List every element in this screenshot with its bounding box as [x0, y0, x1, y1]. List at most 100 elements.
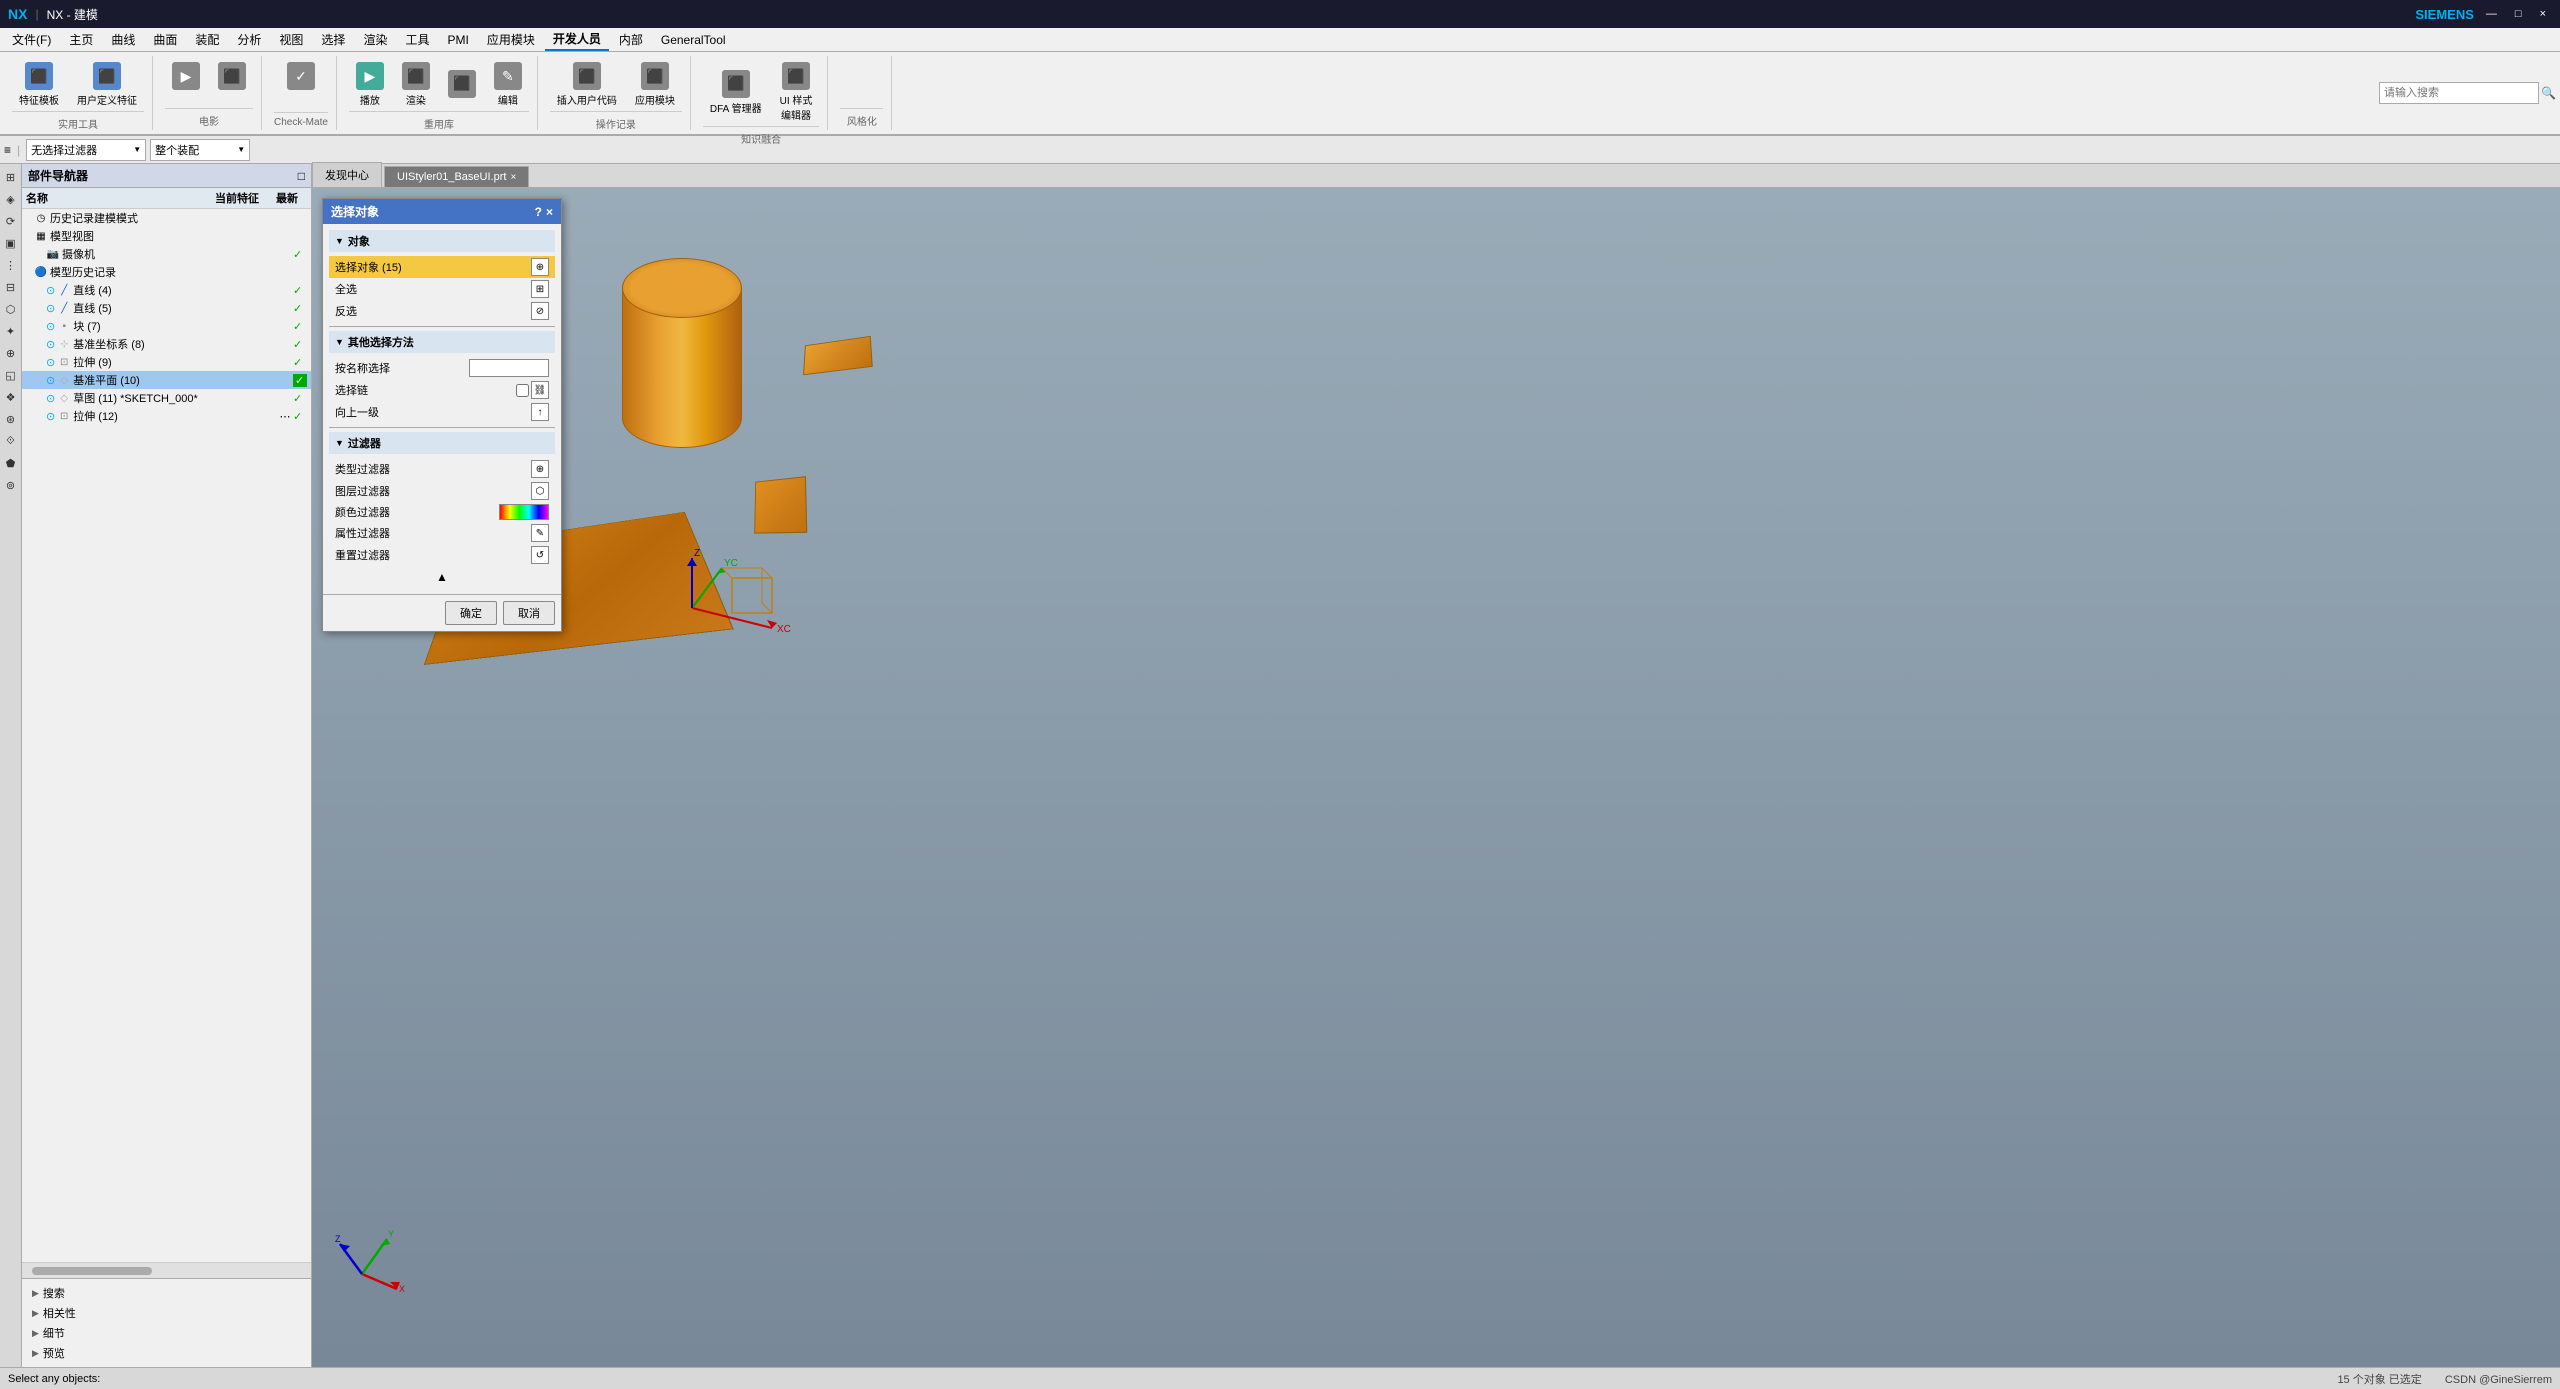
tree-item-model-history[interactable]: 🔵 模型历史记录: [22, 263, 311, 281]
reset-filter-icon[interactable]: ↺: [531, 546, 549, 564]
dialog-overlay: 选择对象 ? × ▼ 对象 选择: [322, 198, 562, 632]
menu-internal[interactable]: 内部: [611, 29, 651, 50]
menu-tools[interactable]: 工具: [397, 29, 437, 50]
tree-item-model-view[interactable]: ▦ 模型视图: [22, 227, 311, 245]
sidebar-icon-13[interactable]: ⟐: [1, 431, 21, 451]
ribbon-btn-style[interactable]: ⬛ UI 样式编辑器: [773, 58, 820, 126]
min-button[interactable]: —: [2480, 8, 2503, 20]
layer-filter-icon[interactable]: ⬡: [531, 482, 549, 500]
menu-assembly[interactable]: 装配: [187, 29, 227, 50]
menu-appmodule[interactable]: 应用模块: [479, 29, 543, 50]
tab-discovery[interactable]: 发现中心: [312, 162, 382, 187]
ribbon-btn-stop[interactable]: ⬛: [441, 66, 483, 104]
max-button[interactable]: □: [2509, 8, 2528, 20]
csys8-icon: ⊹: [57, 337, 71, 351]
invert-icon[interactable]: ⊘: [531, 302, 549, 320]
tree-item-line5[interactable]: ⊙ ╱ 直线 (5) ✓: [22, 299, 311, 317]
sidebar-icon-10[interactable]: ◱: [1, 365, 21, 385]
check-icon-sk11: ✓: [293, 392, 307, 405]
ribbon-search-input[interactable]: [2379, 82, 2539, 104]
type-filter-icon[interactable]: ⊕: [531, 460, 549, 478]
menu-developer[interactable]: 开发人员: [545, 28, 609, 51]
dialog-section-filters[interactable]: ▼ 过滤器: [329, 432, 555, 454]
chain-checkbox[interactable]: [516, 384, 529, 397]
sidebar-icon-5[interactable]: ⋮: [1, 255, 21, 275]
section-arrow-other: ▼: [335, 337, 344, 347]
sidebar-icon-8[interactable]: ✦: [1, 321, 21, 341]
menu-view[interactable]: 视图: [271, 29, 311, 50]
menu-generaltool[interactable]: GeneralTool: [653, 31, 734, 49]
sidebar-icon-12[interactable]: ⊛: [1, 409, 21, 429]
menu-home[interactable]: 主页: [61, 29, 101, 50]
ribbon-btn-movie2[interactable]: ⬛: [211, 58, 253, 96]
scrollbar-thumb[interactable]: [32, 1267, 152, 1275]
crosshair-icon[interactable]: ⊕: [531, 258, 549, 276]
tree-item-extrude12[interactable]: ⊙ ⊡ 拉伸 (12) ⋯ ✓: [22, 407, 311, 425]
parts-panel-expand[interactable]: □: [298, 169, 305, 183]
menu-curve[interactable]: 曲线: [103, 29, 143, 50]
sidebar-icon-1[interactable]: ⊞: [1, 167, 21, 187]
menu-pmi[interactable]: PMI: [439, 31, 476, 49]
tree-item-block7[interactable]: ⊙ ▪ 块 (7) ✓: [22, 317, 311, 335]
chain-icon[interactable]: ⛓: [531, 381, 549, 399]
menu-file[interactable]: 文件(F): [4, 29, 59, 50]
parts-detail[interactable]: ▶ 细节: [28, 1323, 305, 1343]
tree-item-datum-csys8[interactable]: ⊙ ⊹ 基准坐标系 (8) ✓: [22, 335, 311, 353]
tab-close-icon[interactable]: ×: [510, 172, 516, 183]
dialog-section-other[interactable]: ▼ 其他选择方法: [329, 331, 555, 353]
ribbon-btn-play[interactable]: ▶ 播放: [349, 58, 391, 111]
tree-item-datum-plane10[interactable]: ⊙ ◇ 基准平面 (10) ✓: [22, 371, 311, 389]
menu-render[interactable]: 渲染: [355, 29, 395, 50]
menu-icon[interactable]: ≡: [4, 143, 11, 157]
attr-filter-icon[interactable]: ✎: [531, 524, 549, 542]
parts-search[interactable]: ▶ 搜索: [28, 1283, 305, 1303]
sidebar-icon-2[interactable]: ◈: [1, 189, 21, 209]
sidebar-icon-4[interactable]: ▣: [1, 233, 21, 253]
dialog-help-btn[interactable]: ?: [535, 205, 542, 219]
search-icon[interactable]: 🔍: [2541, 86, 2556, 100]
select-all-icon[interactable]: ⊞: [531, 280, 549, 298]
tree-item-history-mode[interactable]: ◷ 历史记录建模模式: [22, 209, 311, 227]
uplevel-icon[interactable]: ↑: [531, 403, 549, 421]
ribbon-btn-movie1[interactable]: ▶: [165, 58, 207, 96]
sidebar-icon-3[interactable]: ⟳: [1, 211, 21, 231]
appmod-icon: ⬛: [641, 62, 669, 90]
sidebar-icon-6[interactable]: ⊟: [1, 277, 21, 297]
color-bar[interactable]: [499, 504, 549, 520]
menu-analysis[interactable]: 分析: [229, 29, 269, 50]
ribbon-btn-user-feat[interactable]: ⬛ 用户定义特征: [70, 58, 144, 111]
tab-file[interactable]: UIStyler01_BaseUI.prt ×: [384, 166, 529, 187]
close-button[interactable]: ×: [2534, 8, 2552, 20]
ribbon-btn-dye[interactable]: ⬛ 渲染: [395, 58, 437, 111]
tree-item-camera[interactable]: 📷 摄像机 ✓: [22, 245, 311, 263]
dialog-close-btn[interactable]: ×: [546, 205, 553, 219]
tree-item-line4[interactable]: ⊙ ╱ 直线 (4) ✓: [22, 281, 311, 299]
model-view-icon: ▦: [34, 229, 48, 243]
sidebar-icon-11[interactable]: ❖: [1, 387, 21, 407]
assembly-dropdown[interactable]: 整个装配: [150, 139, 250, 161]
menu-surface[interactable]: 曲面: [145, 29, 185, 50]
expand-arrow[interactable]: ▲: [329, 566, 555, 588]
tree-item-extrude9[interactable]: ⊙ ⊡ 拉伸 (9) ✓: [22, 353, 311, 371]
ribbon-btn-cm1[interactable]: ✓: [280, 58, 322, 96]
sidebar-icon-9[interactable]: ⊕: [1, 343, 21, 363]
filter-dropdown[interactable]: 无选择过滤器: [26, 139, 146, 161]
horizontal-scrollbar[interactable]: [22, 1262, 311, 1278]
ribbon-btn-appmod[interactable]: ⬛ 应用模块: [628, 58, 682, 111]
ribbon-btn-dfa[interactable]: ⬛ DFA 管理器: [703, 66, 769, 119]
dialog-cancel-btn[interactable]: 取消: [503, 601, 555, 625]
menu-select[interactable]: 选择: [313, 29, 353, 50]
dialog-ok-btn[interactable]: 确定: [445, 601, 497, 625]
ribbon-btn-input[interactable]: ⬛ 插入用户代码: [550, 58, 624, 111]
byname-input[interactable]: [469, 359, 549, 377]
block7-icon: ▪: [57, 319, 71, 333]
dialog-section-objects[interactable]: ▼ 对象: [329, 230, 555, 252]
parts-related[interactable]: ▶ 相关性: [28, 1303, 305, 1323]
ribbon-btn-template[interactable]: ⬛ 特征模板: [12, 58, 66, 111]
tree-item-sketch11[interactable]: ⊙ ◇ 草图 (11) *SKETCH_000* ✓: [22, 389, 311, 407]
sidebar-icon-7[interactable]: ⬡: [1, 299, 21, 319]
parts-preview[interactable]: ▶ 预览: [28, 1343, 305, 1363]
ribbon-btn-edit[interactable]: ✎ 编辑: [487, 58, 529, 111]
sidebar-icon-14[interactable]: ⬟: [1, 453, 21, 473]
sidebar-icon-15[interactable]: ⊚: [1, 475, 21, 495]
